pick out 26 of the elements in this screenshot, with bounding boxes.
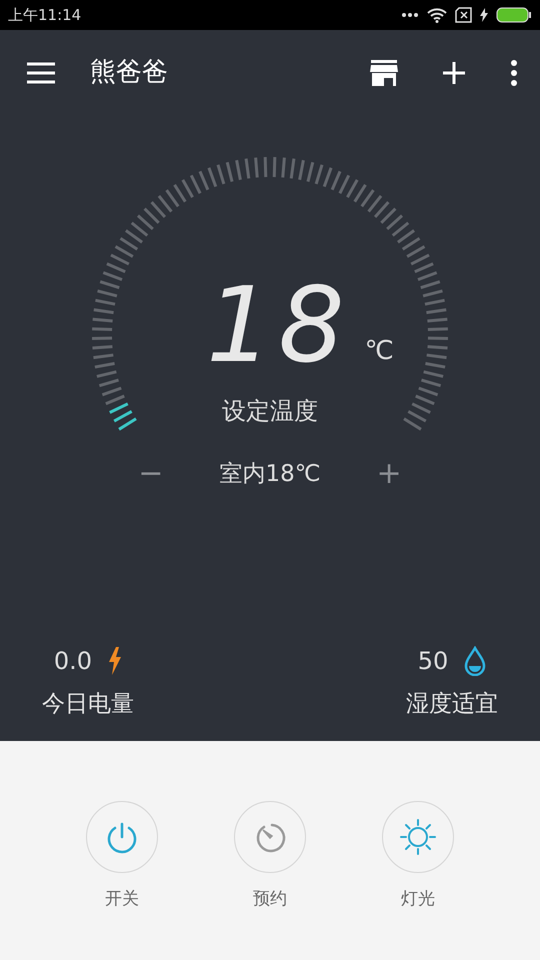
store-button[interactable] <box>370 60 398 86</box>
menu-button[interactable] <box>26 60 56 84</box>
set-temperature: 18 <box>206 273 351 377</box>
stat-label: 湿度适宜 <box>406 690 498 719</box>
stat-value: 0.0 <box>54 646 92 677</box>
indoor-temperature: 室内18℃ <box>219 460 321 489</box>
water-drop-icon <box>464 646 486 676</box>
sim-icon <box>455 7 472 23</box>
control-label: 预约 <box>253 888 287 911</box>
stat-label: 今日电量 <box>42 690 134 719</box>
more-icon <box>401 12 419 18</box>
charging-icon <box>480 8 488 22</box>
temperature-unit: ℃ <box>364 335 394 368</box>
control-label: 开关 <box>105 888 139 911</box>
stat-value: 50 <box>418 646 448 677</box>
set-temperature-label: 设定温度 <box>222 396 318 427</box>
add-button[interactable] <box>442 60 466 85</box>
control-label: 灯光 <box>401 888 435 911</box>
decrease-button[interactable]: − <box>134 459 168 490</box>
battery-icon <box>496 7 532 23</box>
app-title: 熊爸爸 <box>90 56 168 89</box>
status-time: 上午11:14 <box>8 4 82 26</box>
lightning-icon <box>108 647 122 675</box>
more-options-button[interactable] <box>510 60 518 86</box>
wifi-icon <box>427 8 447 22</box>
increase-button[interactable]: + <box>372 459 406 490</box>
